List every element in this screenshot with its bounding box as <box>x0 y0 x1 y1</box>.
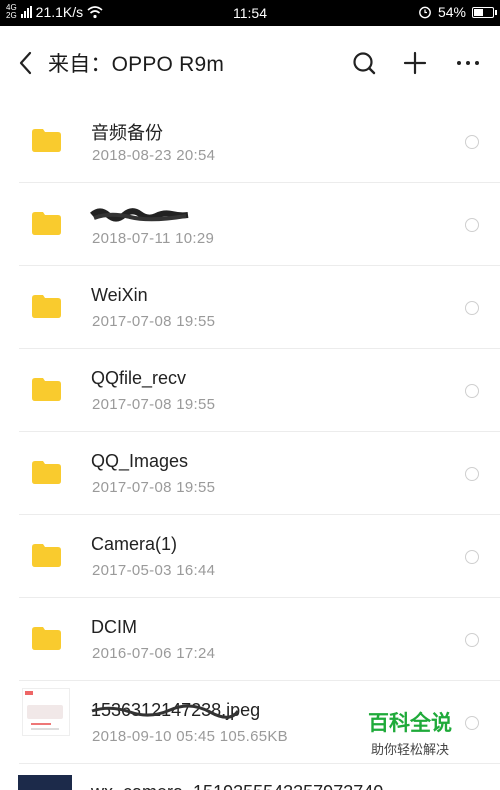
redaction-scribble <box>91 704 240 719</box>
select-radio[interactable] <box>465 218 479 232</box>
file-name: wx_camera_1519355543357973740 <box>91 782 383 790</box>
list-item[interactable]: QQ_Images 2017-07-08 19:55 <box>0 432 500 515</box>
list-item[interactable]: 音频备份 2018-08-23 20:54 <box>0 100 500 183</box>
folder-icon <box>32 378 61 401</box>
select-radio[interactable] <box>465 467 479 481</box>
file-name: QQ_Images <box>91 451 189 471</box>
file-meta: 2017-07-08 19:55 <box>92 396 216 413</box>
folder-icon <box>32 212 61 235</box>
file-meta: 2018-08-23 20:54 <box>92 147 216 164</box>
folder-icon <box>32 295 61 318</box>
battery-icon <box>472 6 497 18</box>
select-radio[interactable] <box>465 135 479 149</box>
select-radio[interactable] <box>465 633 479 647</box>
file-meta: 2016-07-06 17:24 <box>92 645 216 662</box>
status-right: 54% <box>418 4 497 20</box>
page-title: 来自：OPPO R9m <box>48 53 225 76</box>
more-icon[interactable] <box>453 48 483 78</box>
file-meta: 2017-07-08 19:55 <box>92 313 216 330</box>
select-radio[interactable] <box>465 550 479 564</box>
file-meta: 2018-07-11 10:29 <box>92 230 215 247</box>
file-name: DCIM <box>91 617 137 637</box>
file-list: 音频备份 2018-08-23 20:54 2018-07-11 10:29 W… <box>0 100 500 764</box>
file-name: QQfile_recv <box>91 368 187 388</box>
watermark-logo: 百科全说 助你轻松解决 <box>368 712 452 757</box>
file-name: WeiXin <box>91 285 148 305</box>
app-header: 来自：OPPO R9m <box>0 26 500 100</box>
battery-percent: 54% <box>437 4 466 20</box>
file-meta: 2017-05-03 16:44 <box>92 562 216 579</box>
status-bar: 4G 2G 21.1K/s 11:54 54% <box>0 0 500 26</box>
list-item[interactable]: QQfile_recv 2017-07-08 19:55 <box>0 349 500 432</box>
back-icon[interactable] <box>14 48 40 78</box>
select-radio[interactable] <box>465 301 479 315</box>
list-item-partial[interactable]: wx_camera_1519355543357973740 <box>0 765 500 790</box>
file-meta: 2017-07-08 19:55 <box>92 479 216 496</box>
folder-icon <box>32 544 61 567</box>
list-item[interactable]: DCIM 2016-07-06 17:24 <box>0 598 500 681</box>
search-icon[interactable] <box>349 48 379 78</box>
list-item[interactable]: 2018-07-11 10:29 <box>0 183 500 266</box>
image-thumbnail <box>18 775 72 790</box>
redaction-scribble <box>90 208 189 222</box>
image-thumbnail <box>22 688 70 736</box>
list-item[interactable]: Camera(1) 2017-05-03 16:44 <box>0 515 500 598</box>
plus-icon[interactable] <box>400 48 430 78</box>
folder-icon <box>32 627 61 650</box>
file-meta: 2018-09-10 05:45 105.65KB <box>92 728 288 745</box>
file-name: Camera(1) <box>91 534 178 554</box>
select-radio[interactable] <box>465 384 479 398</box>
file-name: 音频备份 <box>91 123 163 143</box>
folder-icon <box>32 461 61 484</box>
list-item[interactable]: WeiXin 2017-07-08 19:55 <box>0 266 500 349</box>
folder-icon <box>32 129 61 152</box>
alarm-icon <box>419 6 431 19</box>
